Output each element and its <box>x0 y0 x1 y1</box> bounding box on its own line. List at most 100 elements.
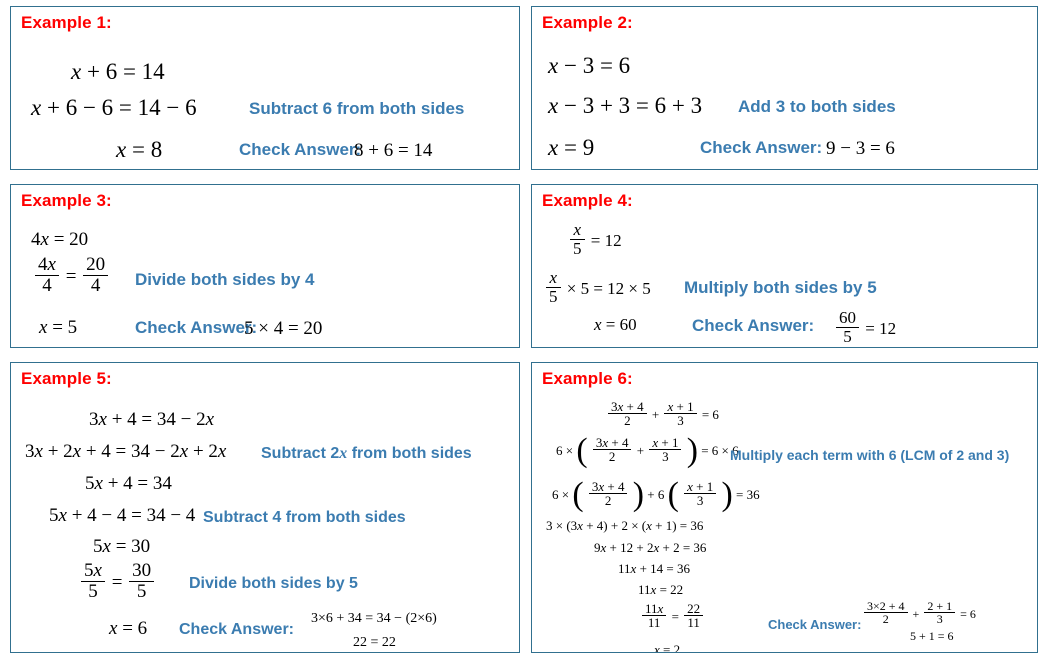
check-value-3: 5 × 4 = 20 <box>244 318 323 339</box>
check-label-5: Check Answer: <box>179 621 294 638</box>
fraction-6-8: 22 11 <box>684 600 704 630</box>
note-4-1: Multiply both sides by 5 <box>684 278 877 297</box>
fraction-denominator: 3 <box>924 612 956 626</box>
fraction-4-2: x 5 <box>546 269 561 306</box>
fraction-numerator: x + 1 <box>667 398 694 414</box>
fraction-denominator: 2 <box>592 449 632 464</box>
equation-6-5: 9x + 12 + 2x + 2 = 36 <box>594 540 707 555</box>
check-label-3: Check Answer: <box>135 318 258 337</box>
fraction-denominator: 4 <box>83 275 109 296</box>
example-card-6: Example 6: 3x + 4 2 + x + 1 3 = 6 6 × ( … <box>531 362 1038 653</box>
example-title-3: Example 3: <box>21 191 112 210</box>
fraction-numerator: 3×2 + 4 <box>867 598 905 613</box>
example-title-4: Example 4: <box>542 191 633 210</box>
check-label-4: Check Answer: <box>692 316 815 335</box>
equation-5-2: 3x + 2x + 4 = 34 − 2x + 2x <box>25 441 227 462</box>
example-card-2: Example 2: x − 3 = 6 x − 3 + 3 = 6 + 3 A… <box>531 6 1038 170</box>
equation-6-2: 6 × ( 3x + 4 2 + x + 1 3 ) = 6 × 6 <box>556 432 739 469</box>
check-label-2: Check Answer: <box>700 138 823 157</box>
fraction-numerator: x + 1 <box>687 478 714 494</box>
check-value-1: 8 + 6 = 14 <box>354 140 433 161</box>
fraction-6-10: 2 + 1 3 <box>924 598 956 626</box>
fraction-denominator: 3 <box>664 413 697 428</box>
equation-6-1: 3x + 4 2 + x + 1 3 = 6 <box>606 398 719 429</box>
fraction-3-1: 4x 4 <box>35 255 59 296</box>
fraction-denominator: 5 <box>836 327 859 346</box>
equation-3-2: 4x 4 = 20 4 <box>33 254 110 298</box>
fraction-denominator: 11 <box>642 615 667 630</box>
fraction-denominator: 2 <box>588 493 628 508</box>
fraction-6-6: x + 1 3 <box>684 478 717 508</box>
fraction-denominator: 5 <box>546 287 561 306</box>
check-label-1: Check Answer: <box>239 140 362 159</box>
equation-6-9: x = 2 <box>654 642 681 653</box>
equation-5-6: 5x 5 = 30 5 <box>79 561 156 604</box>
check-value-4: 60 5 = 12 <box>834 309 896 347</box>
example-title-1: Example 1: <box>21 13 112 32</box>
fraction-numerator: 11x <box>645 600 664 616</box>
equation-2-3: x = 9 <box>548 135 595 160</box>
equation-6-3: 6 × ( 3x + 4 2 ) + 6 ( x + 1 3 ) = 36 <box>552 476 760 513</box>
fraction-numerator: 5x <box>84 560 102 582</box>
equation-2-1: x − 3 = 6 <box>548 53 631 78</box>
fraction-numerator: 3x + 4 <box>595 434 629 450</box>
equation-3-1: 4x = 20 <box>31 229 89 250</box>
fraction-denominator: 2 <box>608 413 647 428</box>
equation-4-1: x 5 = 12 <box>568 221 622 260</box>
fraction-numerator: x + 1 <box>652 434 679 450</box>
example-card-5: Example 5: 3x + 4 = 34 − 2x 3x + 2x + 4 … <box>10 362 520 653</box>
fraction-denominator: 5 <box>570 239 585 258</box>
fraction-numerator: x <box>573 220 582 240</box>
fraction-6-3: 3x + 4 2 <box>592 434 632 464</box>
example-card-3: Example 3: 4x = 20 4x 4 = 20 4 Divide bo… <box>10 184 520 348</box>
fraction-6-7: 11x 11 <box>642 600 667 630</box>
example-title-5: Example 5: <box>21 369 112 388</box>
fraction-denominator: 3 <box>684 493 717 508</box>
fraction-denominator: 4 <box>35 275 59 296</box>
check-label-6: Check Answer: <box>768 617 862 632</box>
equation-5-7: x = 6 <box>109 618 148 639</box>
fraction-numerator: 2 + 1 <box>927 598 953 613</box>
fraction-denominator: 5 <box>129 581 155 602</box>
fraction-denominator: 11 <box>684 615 704 630</box>
equation-1-1: x + 6 = 14 <box>71 59 165 84</box>
fraction-numerator: 4x <box>38 254 56 276</box>
fraction-denominator: 2 <box>864 612 908 626</box>
fraction-5-1: 5x 5 <box>81 561 105 602</box>
equation-5-4: 5x + 4 − 4 = 34 − 4 <box>49 505 196 526</box>
equation-5-1: 3x + 4 = 34 − 2x <box>89 409 215 430</box>
equation-1-3: x = 8 <box>116 137 163 162</box>
fraction-4-3: 60 5 <box>836 309 859 346</box>
equation-1-2: x + 6 − 6 = 14 − 6 <box>31 95 197 120</box>
fraction-numerator: 3x + 4 <box>591 478 625 494</box>
fraction-denominator: 5 <box>81 581 105 602</box>
fraction-denominator: 3 <box>649 449 682 464</box>
fraction-6-1: 3x + 4 2 <box>608 398 647 428</box>
examples-grid: Example 1: x + 6 = 14 x + 6 − 6 = 14 − 6… <box>0 0 1048 659</box>
fraction-numerator: 20 <box>86 254 106 276</box>
fraction-5-2: 30 5 <box>129 561 155 602</box>
example-card-4: Example 4: x 5 = 12 x 5 × 5 = 12 × 5 Mul… <box>531 184 1038 348</box>
check-value-5-1: 3×6 + 34 = 34 − (2×6) <box>311 611 437 626</box>
note-5-2: Subtract 4 from both sides <box>203 509 406 526</box>
fraction-numerator: 22 <box>687 600 701 616</box>
equation-6-8: 11x 11 = 22 11 <box>640 600 705 631</box>
equation-6-4: 3 × (3x + 4) + 2 × (x + 1) = 36 <box>546 518 704 533</box>
note-1-1: Subtract 6 from both sides <box>249 99 465 118</box>
check-value-6-2: 5 + 1 = 6 <box>910 629 954 643</box>
equation-5-5: 5x = 30 <box>93 536 151 557</box>
equation-4-3: x = 60 <box>594 315 637 334</box>
note-2-1: Add 3 to both sides <box>738 97 896 116</box>
check-value-2: 9 − 3 = 6 <box>826 138 895 159</box>
fraction-6-4: x + 1 3 <box>649 434 682 464</box>
fraction-numerator: 3x + 4 <box>611 398 644 414</box>
fraction-6-2: x + 1 3 <box>664 398 697 428</box>
equation-4-2: x 5 × 5 = 12 × 5 <box>544 269 651 308</box>
equation-3-3: x = 5 <box>39 317 78 338</box>
fraction-3-2: 20 4 <box>83 254 109 296</box>
fraction-numerator: x <box>549 268 558 288</box>
equation-6-6: 11x + 14 = 36 <box>618 561 690 576</box>
note-5-1: Subtract 2x from both sides <box>261 445 472 462</box>
fraction-4-1: x 5 <box>570 221 585 258</box>
check-value-5-2: 22 = 22 <box>353 635 396 650</box>
